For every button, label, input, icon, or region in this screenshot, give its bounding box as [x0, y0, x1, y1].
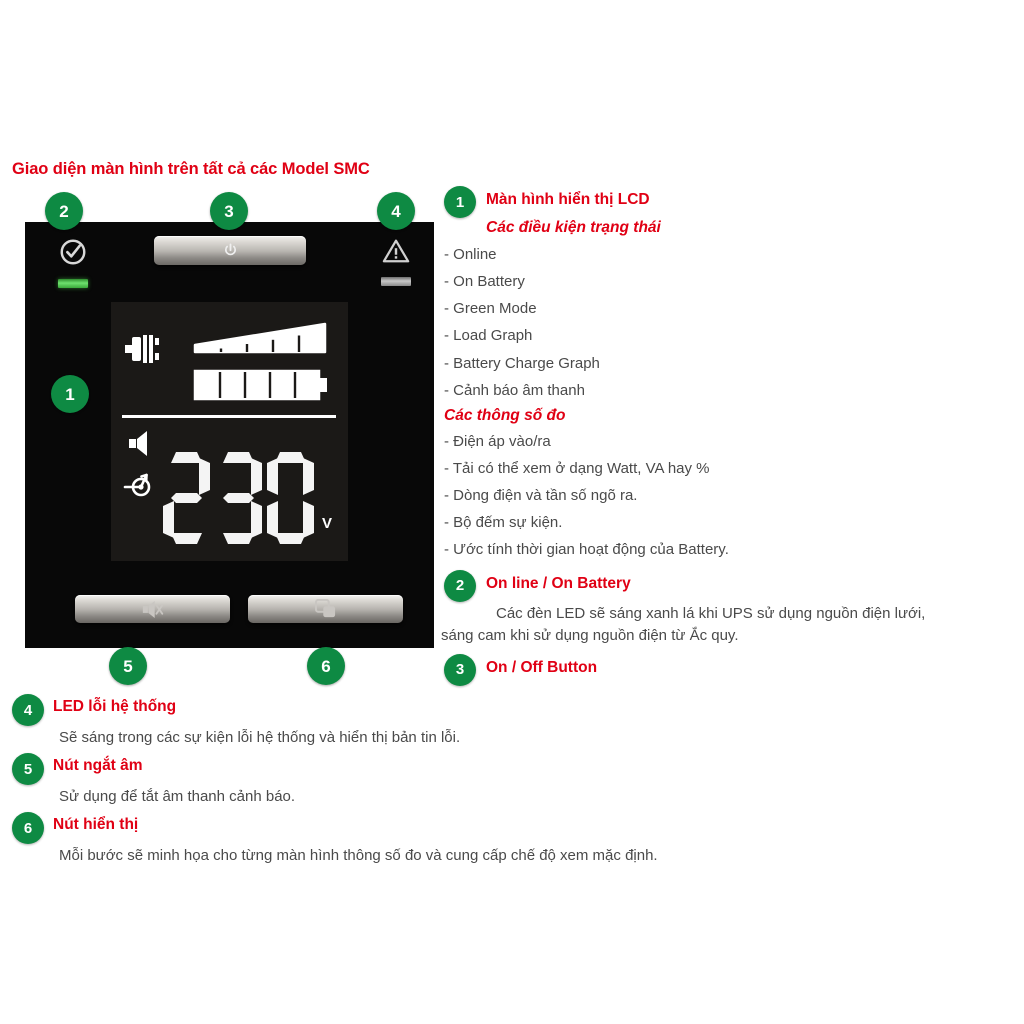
legend-item-6-title: Nút hiển thị	[53, 816, 139, 833]
speaker-mute-icon	[142, 600, 163, 618]
status-indicator-online	[51, 237, 95, 288]
legend-item-1-measure-subtitle: Các thông số đo	[444, 406, 566, 424]
legend-item-4-header: 4 LED lỗi hệ thống	[12, 694, 1002, 726]
legend-item-2-body-line2: sáng cam khi sử dụng nguồn điện từ Ắc qu…	[441, 627, 739, 645]
legend-item-6-header: 6 Nút hiển thị	[12, 812, 1002, 844]
battery-charge-graph	[193, 368, 329, 407]
legend-item-3-header: 3 On / Off Button	[444, 653, 1022, 686]
legend-item-2-header: 2 On line / On Battery	[444, 569, 1022, 602]
measure-bullet: - Điện áp vào/ra	[444, 432, 551, 450]
display-screens-icon	[314, 599, 335, 618]
legend-badge-6: 6	[12, 812, 44, 844]
legend-badge-3: 3	[444, 653, 476, 686]
legend-item-4-title: LED lỗi hệ thống	[53, 698, 177, 715]
power-on-off-button[interactable]	[154, 236, 306, 265]
legend-badge-2: 2	[444, 569, 476, 602]
legend-badge-4: 4	[12, 694, 44, 726]
legend-item-5-title: Nút ngắt âm	[53, 757, 143, 774]
legend-item-4: 4 LED lỗi hệ thống Sẽ sáng trong các sự …	[12, 694, 1002, 748]
status-bullet: - Battery Charge Graph	[444, 354, 600, 372]
legend-item-6: 6 Nút hiển thị Mỗi bước sẽ minh họa cho …	[12, 812, 1002, 866]
display-button[interactable]	[248, 595, 403, 623]
status-bullet: - On Battery	[444, 273, 525, 291]
legend-item-2-title: On line / On Battery	[486, 574, 631, 592]
speaker-icon	[128, 430, 158, 461]
measure-bullet: - Ước tính thời gian hoạt động của Batte…	[444, 541, 729, 559]
power-plug-icon	[125, 329, 169, 374]
callout-badge-1: 1	[51, 375, 89, 413]
led-online-green	[58, 279, 88, 288]
power-icon	[224, 243, 236, 256]
legend-item-3-title: On / Off Button	[486, 658, 598, 676]
legend-bottom-column: 4 LED lỗi hệ thống Sẽ sáng trong các sự …	[12, 694, 1002, 871]
legend-item-5: 5 Nút ngắt âm Sử dụng để tắt âm thanh cả…	[12, 753, 1002, 807]
legend-item-4-body: Sẽ sáng trong các sự kiện lỗi hệ thống v…	[59, 729, 461, 746]
seven-segment-digit	[215, 452, 262, 544]
measure-bullet: - Bộ đếm sự kiện.	[444, 514, 563, 532]
lcd-display-screen: V	[111, 302, 348, 561]
legend-badge-5: 5	[12, 753, 44, 785]
lcd-voltage-unit: V	[322, 515, 333, 532]
callout-badge-3: 3	[210, 192, 248, 230]
legend-item-2-body-line1: Các đèn LED sẽ sáng xanh lá khi UPS sử d…	[496, 604, 926, 622]
load-graph	[193, 321, 329, 362]
legend-item-1-title: Màn hình hiển thị LCD	[486, 191, 650, 208]
legend-right-column: 1 Màn hình hiển thị LCD Các điều kiện tr…	[441, 186, 1022, 686]
callout-badge-6: 6	[307, 647, 345, 685]
ups-front-panel: V	[25, 222, 434, 648]
mute-button[interactable]	[75, 595, 230, 623]
lcd-divider	[122, 415, 336, 418]
measure-bullet: - Dòng điện và tần số ngõ ra.	[444, 487, 638, 505]
lcd-top-section	[111, 312, 348, 412]
status-bullet: - Cảnh báo âm thanh	[444, 381, 585, 399]
callout-badge-4: 4	[377, 192, 415, 230]
legend-item-1-header: 1 Màn hình hiển thị LCD	[444, 186, 1022, 218]
status-bullet: - Online	[444, 246, 497, 263]
callout-badge-5: 5	[109, 647, 147, 685]
led-fault-gray	[381, 277, 411, 286]
seven-segment-digit	[267, 452, 314, 544]
legend-item-1-subtitle: Các điều kiện trạng thái	[486, 219, 661, 236]
legend-item-5-body: Sử dụng để tắt âm thanh cảnh báo.	[59, 788, 296, 805]
warning-triangle-icon	[382, 239, 410, 263]
legend-badge-1: 1	[444, 186, 476, 218]
seven-segment-digit	[163, 452, 210, 544]
callout-badge-2: 2	[45, 192, 83, 230]
status-indicator-fault	[374, 237, 418, 286]
measure-bullet: - Tải có thể xem ở dạng Watt, VA hay %	[444, 459, 710, 477]
legend-item-6-body: Mỗi bước sẽ minh họa cho từng màn hình t…	[59, 847, 658, 864]
status-bullet: - Load Graph	[444, 327, 533, 345]
output-arrow-icon	[122, 470, 156, 505]
page-title: Giao diện màn hình trên tất cả các Model…	[12, 160, 370, 178]
lcd-voltage-reading: V	[163, 452, 332, 544]
status-bullet: - Green Mode	[444, 300, 537, 318]
legend-item-5-header: 5 Nút ngắt âm	[12, 753, 1002, 785]
check-circle-icon	[60, 239, 86, 265]
